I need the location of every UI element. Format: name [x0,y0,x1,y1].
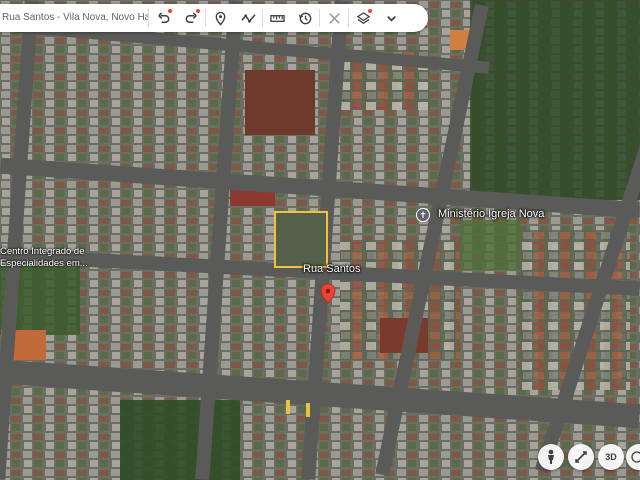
cancel-button[interactable] [320,4,348,32]
street-label: Rua Santos [303,263,361,275]
poi-center-label[interactable]: Centro Integrado de Especialidades em... [0,246,90,270]
draw-path-button[interactable] [234,4,262,32]
history-icon [298,12,311,24]
globe-icon [631,451,640,463]
ruler-icon [269,14,285,22]
notification-dot [196,9,200,13]
more-button[interactable] [377,4,405,32]
history-button[interactable] [291,4,319,32]
chevron-down-icon [386,15,396,22]
layers-button[interactable] [349,4,377,32]
pegman-icon [548,449,554,464]
measure-button[interactable] [263,4,291,32]
church-icon[interactable]: ✝ [416,208,430,222]
compass-button[interactable] [568,444,594,470]
add-placemark-button[interactable] [206,4,234,32]
street-view-button[interactable] [538,444,564,470]
pin-icon [215,11,225,26]
top-toolbar: Rua Santos - Vila Nova, Novo Hamburgo [0,4,428,32]
plot-outline[interactable] [274,211,328,268]
address-bar[interactable]: Rua Santos - Vila Nova, Novo Hamburgo [0,4,148,32]
compass-icon [575,451,587,463]
satellite-map[interactable] [0,0,640,480]
toggle-3d-button[interactable]: 3D [598,444,624,470]
redo-button[interactable] [177,4,205,32]
path-icon [240,13,256,23]
notification-dot [168,9,172,13]
undo-button[interactable] [149,4,177,32]
poi-church-label[interactable]: Ministério Igreja Nova [438,208,544,220]
notification-dot [368,9,372,13]
cancel-icon [328,12,340,24]
